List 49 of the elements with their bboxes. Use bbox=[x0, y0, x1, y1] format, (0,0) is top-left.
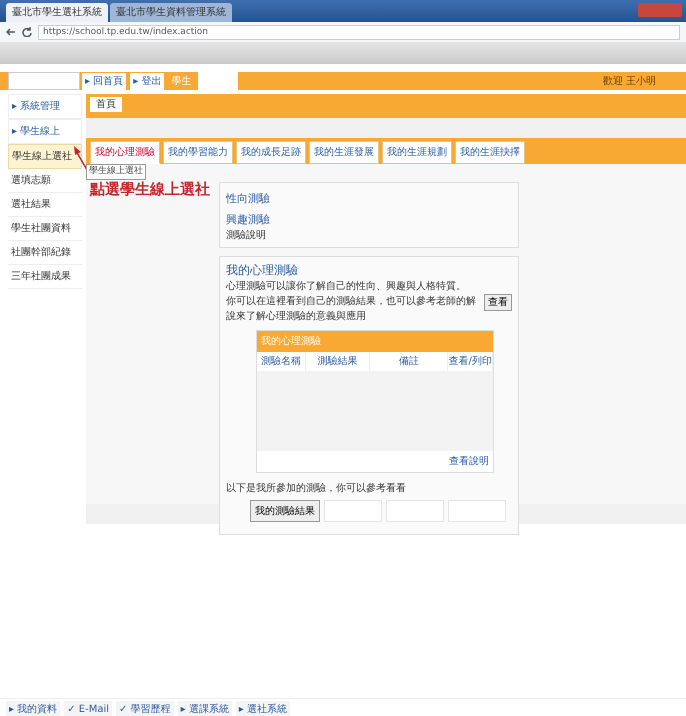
view-button[interactable]: 查看 bbox=[484, 294, 512, 311]
sidebar-item[interactable]: 選填志願 bbox=[8, 169, 82, 193]
help-link[interactable]: 查看說明 bbox=[449, 456, 489, 467]
user-label: 歡迎 王小明 bbox=[602, 74, 656, 88]
address-field[interactable]: https://school.tp.edu.tw/index.action bbox=[38, 24, 680, 40]
search-field[interactable] bbox=[8, 72, 80, 90]
breadcrumb[interactable]: 首頁 bbox=[90, 97, 122, 112]
tooltip: 學生線上選社 bbox=[86, 164, 146, 180]
tab[interactable]: 我的學習能力 bbox=[163, 141, 233, 164]
tab[interactable]: 我的成長足跡 bbox=[236, 141, 306, 164]
empty-slot bbox=[324, 500, 382, 522]
sidebar-item[interactable]: 社團幹部紀錄 bbox=[8, 241, 82, 265]
back-icon[interactable] bbox=[6, 27, 16, 37]
sidebar-item[interactable]: 選社結果 bbox=[8, 193, 82, 217]
reload-icon[interactable] bbox=[22, 27, 32, 37]
tab[interactable]: 我的心理測驗 bbox=[90, 141, 160, 164]
result-button[interactable]: 我的測驗結果 bbox=[250, 500, 320, 522]
taskbar-link[interactable]: ✓ 學習歷程 bbox=[116, 701, 174, 716]
column-header: 測驗結果 bbox=[306, 352, 370, 371]
taskbar-link[interactable]: ▸ 選社系統 bbox=[236, 701, 290, 716]
annotation-text: 點選學生線上選社 bbox=[90, 179, 210, 200]
top-link[interactable]: ▸ 登出 bbox=[130, 72, 164, 90]
column-header: 測驗名稱 bbox=[257, 352, 306, 371]
test-link[interactable]: 性向測驗 bbox=[226, 192, 270, 205]
table-title: 我的心理測驗 bbox=[261, 334, 321, 349]
taskbar-link[interactable]: ▸ 我的資料 bbox=[6, 701, 60, 716]
top-link[interactable]: ▸ 回首頁 bbox=[82, 72, 126, 90]
tab[interactable]: 我的生涯抉擇 bbox=[455, 141, 525, 164]
taskbar-link[interactable]: ✓ E-Mail bbox=[64, 701, 112, 716]
column-header: 查看/列印 bbox=[448, 352, 493, 371]
tab[interactable]: 我的生涯發展 bbox=[309, 141, 379, 164]
sidebar-item[interactable]: 學生線上選社 bbox=[8, 144, 82, 169]
panel-title: 我的心理測驗 bbox=[226, 263, 298, 277]
sidebar-item[interactable]: 三年社團成果 bbox=[8, 265, 82, 289]
column-header: 備註 bbox=[370, 352, 448, 371]
sidebar-item[interactable]: ▸ 學生線上 bbox=[8, 119, 82, 144]
tab[interactable]: 我的生涯規劃 bbox=[382, 141, 452, 164]
sidebar-item[interactable]: 學生社團資料 bbox=[8, 217, 82, 241]
sidebar-item[interactable]: ▸ 系統管理 bbox=[8, 94, 82, 119]
test-link[interactable]: 興趣測驗 bbox=[226, 212, 270, 226]
empty-slot bbox=[386, 500, 444, 522]
empty-slot bbox=[448, 500, 506, 522]
browser-tab[interactable]: 臺北市學生資料管理系統 bbox=[110, 3, 232, 22]
taskbar-link[interactable]: ▸ 選課系統 bbox=[178, 701, 232, 716]
description-text: 你可以在這裡看到自己的測驗結果，也可以參考老師的解說來了解心理測驗的意義與應用 bbox=[226, 294, 477, 324]
description-text: 心理測驗可以讓你了解自己的性向、興趣與人格特質。 bbox=[226, 281, 466, 292]
note-text: 測驗說明 bbox=[226, 230, 266, 241]
result-note: 以下是我所參加的測驗，你可以參考看看 bbox=[226, 483, 406, 494]
browser-tab[interactable]: 臺北市學生選社系統 bbox=[6, 3, 108, 22]
